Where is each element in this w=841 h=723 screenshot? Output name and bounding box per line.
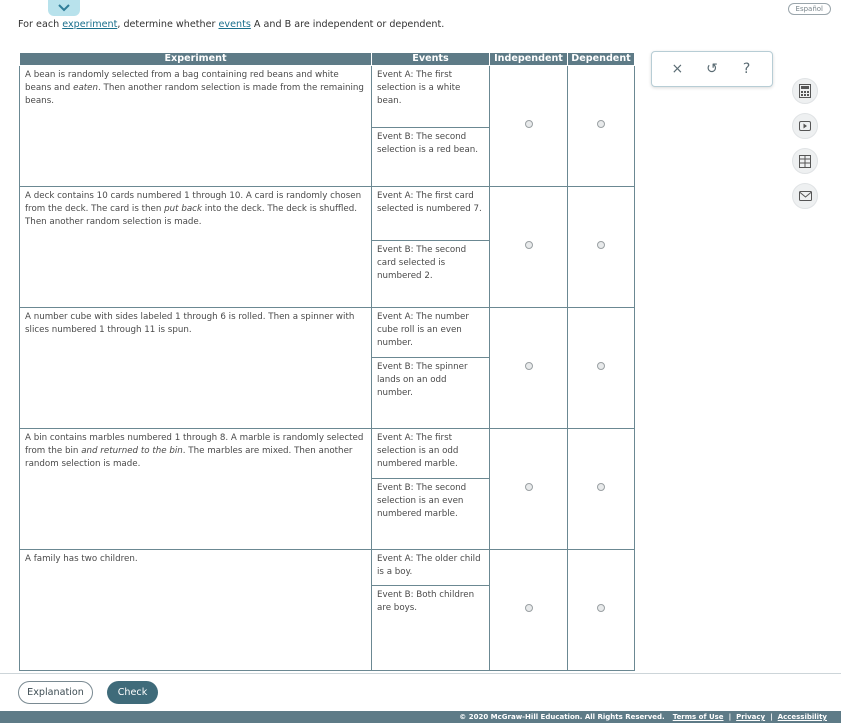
header-dependent: Dependent [567, 52, 635, 66]
copyright-text: © 2020 McGraw-Hill Education. All Rights… [459, 713, 665, 721]
event-b: Event B: The second selection is a red b… [372, 127, 489, 160]
table-row: A family has two children. Event A: The … [19, 549, 635, 671]
experiment-cell: A bin contains marbles numbered 1 throug… [19, 428, 372, 550]
footer: © 2020 McGraw-Hill Education. All Rights… [0, 711, 841, 723]
events-cell: Event A: The number cube roll is an even… [371, 307, 490, 429]
chevron-down-icon [58, 4, 70, 12]
independent-radio[interactable] [524, 240, 533, 249]
header-independent: Independent [489, 52, 568, 66]
message-button[interactable] [792, 183, 818, 209]
data-table-button[interactable] [792, 148, 818, 174]
exp-emphasis: put back [164, 204, 202, 214]
independent-cell [489, 428, 568, 550]
answer-toolbar: × ↺ ? [651, 51, 773, 87]
data-table-icon [799, 154, 811, 168]
table-row: A number cube with sides labeled 1 throu… [19, 307, 635, 429]
independent-radio[interactable] [524, 119, 533, 128]
table-row: A deck contains 10 cards numbered 1 thro… [19, 186, 635, 308]
collapse-tab[interactable] [48, 0, 80, 16]
footer-separator: | [770, 713, 773, 721]
calculator-icon [799, 84, 811, 98]
independent-cell [489, 186, 568, 308]
event-b: Event B: Both children are boys. [372, 585, 489, 618]
instruction-middle: , determine whether [117, 19, 219, 30]
event-a: Event A: The first selection is an odd n… [377, 433, 459, 469]
event-a: Event A: The first selection is a white … [377, 70, 461, 106]
event-b: Event B: The spinner lands on an odd num… [372, 357, 489, 403]
header-experiment: Experiment [19, 52, 372, 66]
header-events: Events [371, 52, 490, 66]
help-icon: ? [742, 61, 751, 77]
dependent-radio[interactable] [597, 119, 605, 128]
event-a: Event A: The older child is a boy. [377, 554, 481, 577]
check-button[interactable]: Check [107, 681, 158, 704]
mail-icon [798, 191, 812, 201]
events-link[interactable]: events [219, 19, 251, 30]
exp-emphasis: and returned to the bin [81, 446, 183, 456]
question-table: Experiment Events Independent Dependent … [19, 52, 635, 671]
dependent-radio[interactable] [597, 603, 605, 612]
events-cell: Event A: The first selection is a white … [371, 65, 490, 187]
bottom-divider [0, 673, 841, 674]
independent-cell [489, 65, 568, 187]
undo-button[interactable]: ↺ [700, 57, 724, 81]
explanation-button[interactable]: Explanation [18, 681, 93, 704]
table-row: A bin contains marbles numbered 1 throug… [19, 428, 635, 550]
experiment-cell: A deck contains 10 cards numbered 1 thro… [19, 186, 372, 308]
experiment-cell: A number cube with sides labeled 1 throu… [19, 307, 372, 429]
dependent-radio[interactable] [597, 361, 605, 370]
independent-cell [489, 549, 568, 671]
event-a: Event A: The number cube roll is an even… [377, 312, 469, 348]
experiment-cell: A bean is randomly selected from a bag c… [19, 65, 372, 187]
instruction-text: For each experiment, determine whether e… [18, 19, 444, 30]
experiment-link[interactable]: experiment [62, 19, 117, 30]
privacy-link[interactable]: Privacy [736, 713, 765, 721]
exp-text: A number cube with sides labeled 1 throu… [25, 312, 355, 335]
accessibility-link[interactable]: Accessibility [778, 713, 827, 721]
app-root: Español For each experiment, determine w… [0, 0, 841, 723]
experiment-cell: A family has two children. [19, 549, 372, 671]
dependent-cell [567, 307, 635, 429]
instruction-prefix: For each [18, 19, 63, 30]
dependent-cell [567, 549, 635, 671]
independent-radio[interactable] [524, 603, 533, 612]
dependent-cell [567, 428, 635, 550]
instruction-suffix: A and B are independent or dependent. [250, 19, 445, 30]
dependent-cell [567, 186, 635, 308]
event-b: Event B: The second selection is an even… [372, 478, 489, 524]
video-button[interactable] [792, 113, 818, 139]
footer-separator: | [728, 713, 732, 721]
events-cell: Event A: The first card selected is numb… [371, 186, 490, 308]
close-icon: × [671, 61, 684, 77]
independent-radio[interactable] [524, 482, 533, 491]
help-button[interactable]: ? [735, 57, 759, 81]
dependent-radio[interactable] [597, 240, 605, 249]
dependent-cell [567, 65, 635, 187]
undo-icon: ↺ [706, 61, 718, 77]
event-a: Event A: The first card selected is numb… [377, 191, 482, 214]
calculator-button[interactable] [792, 78, 818, 104]
independent-cell [489, 307, 568, 429]
exp-text: A family has two children. [25, 554, 138, 564]
event-b: Event B: The second card selected is num… [372, 240, 489, 286]
dependent-radio[interactable] [597, 482, 605, 491]
events-cell: Event A: The first selection is an odd n… [371, 428, 490, 550]
terms-link[interactable]: Terms of Use [673, 713, 724, 721]
events-cell: Event A: The older child is a boy. Event… [371, 549, 490, 671]
video-icon [799, 121, 811, 131]
table-row: A bean is randomly selected from a bag c… [19, 65, 635, 187]
side-tools [792, 78, 818, 218]
clear-button[interactable]: × [665, 57, 689, 81]
exp-emphasis: eaten [73, 83, 99, 93]
language-button[interactable]: Español [787, 3, 831, 15]
table-header-row: Experiment Events Independent Dependent [19, 52, 635, 66]
independent-radio[interactable] [524, 361, 533, 370]
